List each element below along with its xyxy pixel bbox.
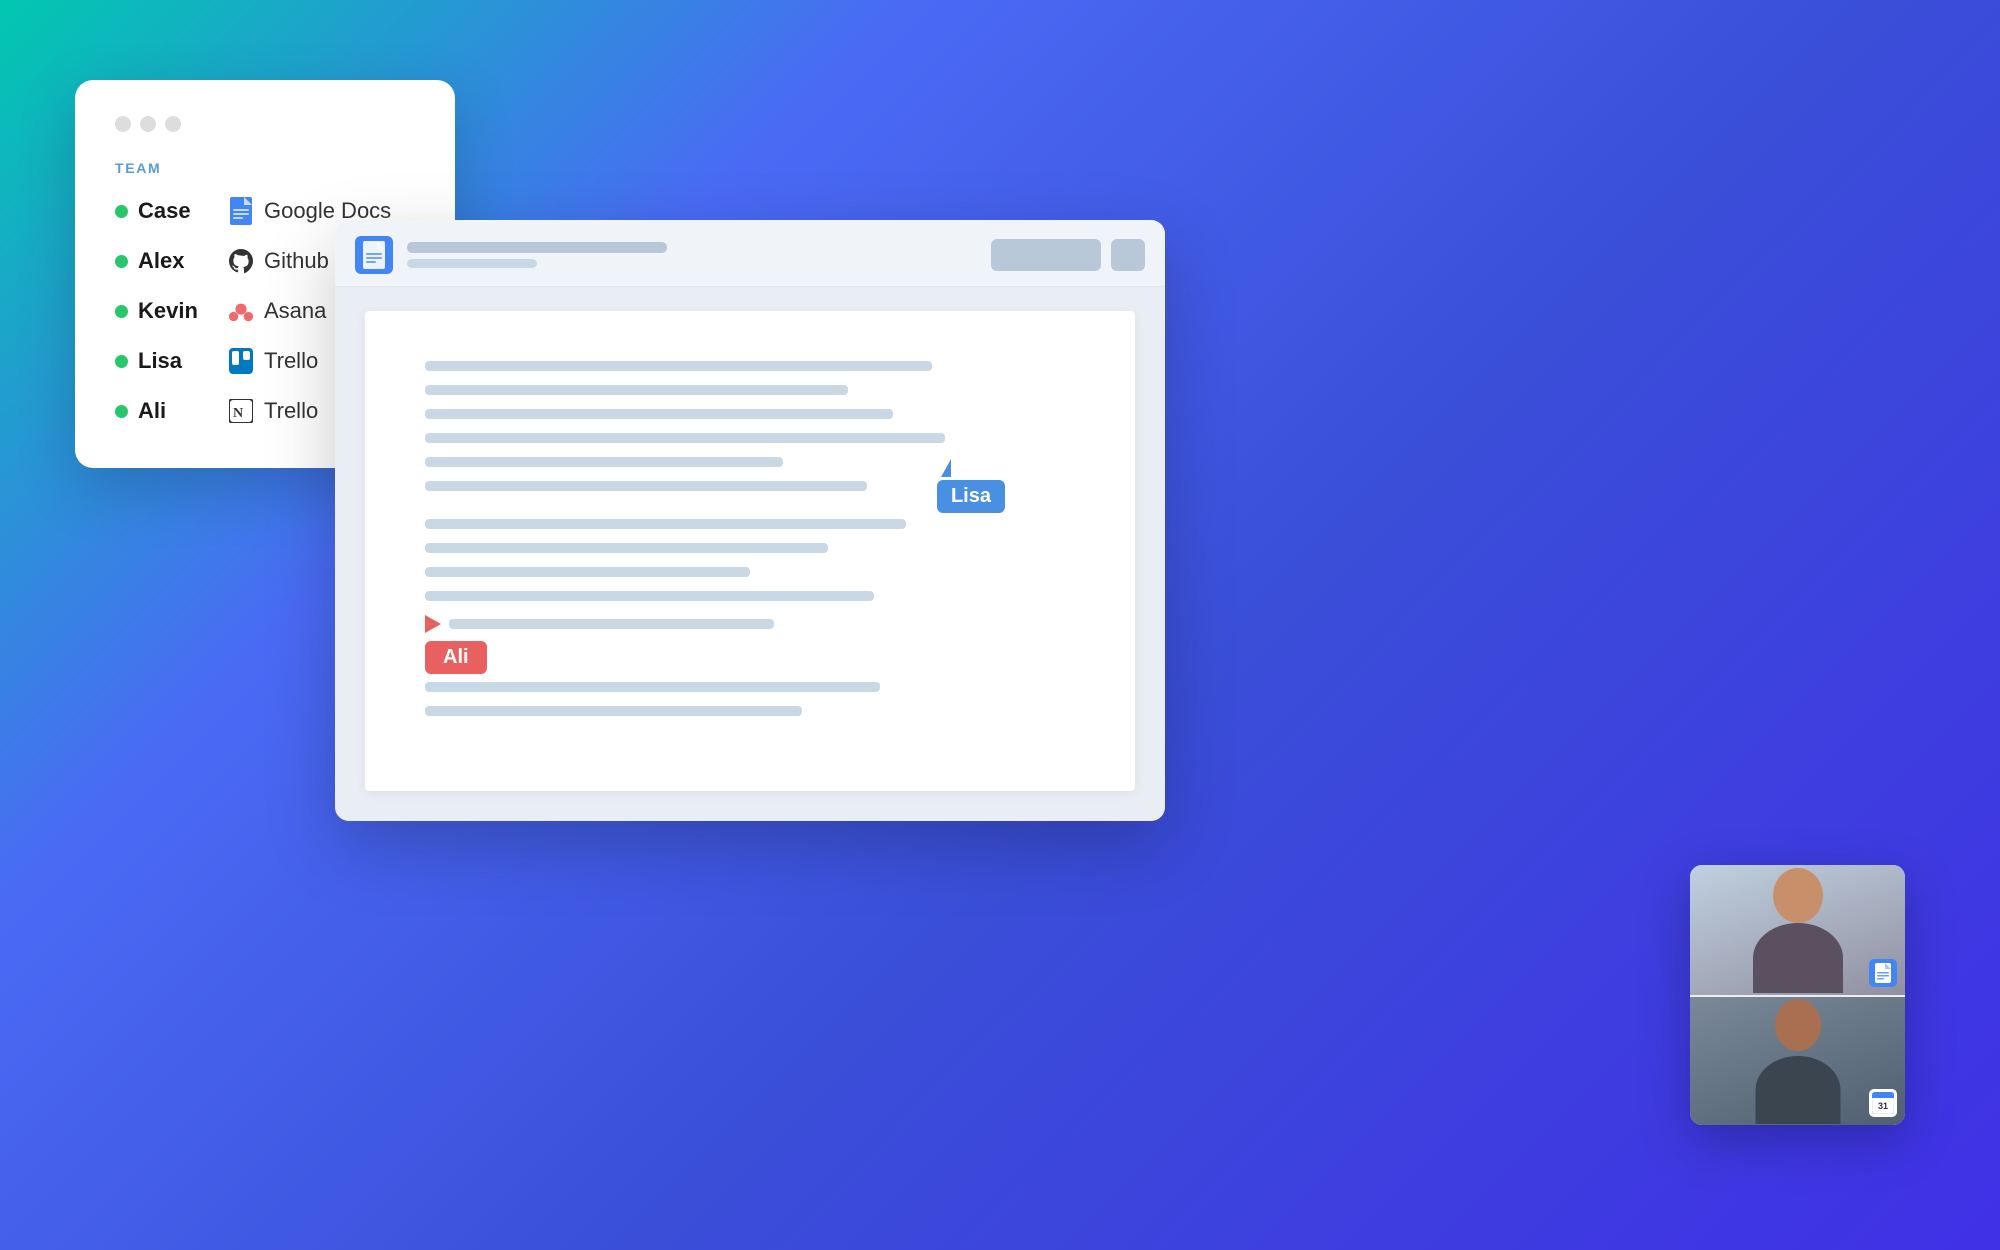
doc-line [425, 361, 932, 371]
notion-icon: N [228, 398, 254, 424]
doc-line [425, 385, 848, 395]
github-icon [228, 248, 254, 274]
cursor-triangle-lisa [941, 459, 951, 477]
member-name: Lisa [138, 348, 218, 374]
doc-titlebar [335, 220, 1165, 287]
app-label: Trello [264, 398, 318, 424]
doc-page: Lisa Ali [365, 311, 1135, 791]
app-label: Asana [264, 298, 326, 324]
doc-body: Lisa Ali [335, 287, 1165, 821]
video-panel: 31 [1690, 865, 1905, 1125]
member-name: Ali [138, 398, 218, 424]
online-dot [115, 205, 128, 218]
svg-text:N: N [233, 406, 243, 421]
tl-minimize[interactable] [140, 116, 156, 132]
doc-line [425, 409, 893, 419]
member-name: Alex [138, 248, 218, 274]
app-label: Trello [264, 348, 318, 374]
asana-icon [228, 298, 254, 324]
doc-title-bar-2 [407, 259, 537, 268]
online-dot [115, 405, 128, 418]
svg-text:31: 31 [1878, 1101, 1888, 1111]
doc-line [425, 433, 945, 443]
member-name: Kevin [138, 298, 218, 324]
doc-line [449, 619, 774, 629]
app-label: Github [264, 248, 329, 274]
doc-line [425, 543, 828, 553]
video-tile-1 [1690, 865, 1905, 995]
person-head-1 [1773, 868, 1823, 923]
online-dot [115, 255, 128, 268]
doc-menu-button[interactable] [1111, 239, 1145, 271]
cursor-ali-area: Ali [425, 615, 1075, 674]
doc-app-icon [355, 236, 393, 274]
video-badge-gdocs [1869, 959, 1897, 987]
cursor-triangle-ali [425, 615, 441, 633]
trello-icon [228, 348, 254, 374]
video-tile-2: 31 [1690, 995, 1905, 1125]
doc-title-area [407, 242, 977, 268]
gdocs-icon [228, 198, 254, 224]
doc-window: Lisa Ali [335, 220, 1165, 821]
person-silhouette-1 [1753, 868, 1843, 993]
doc-line [425, 457, 783, 467]
online-dot [115, 355, 128, 368]
person-body-1 [1753, 923, 1843, 993]
cursor-lisa: Lisa [937, 459, 1005, 513]
team-label: TEAM [115, 160, 415, 176]
doc-line [425, 682, 880, 692]
doc-titlebar-right [991, 239, 1145, 271]
traffic-lights [115, 116, 415, 132]
doc-line [425, 591, 874, 601]
online-dot [115, 305, 128, 318]
doc-title-bar-1 [407, 242, 667, 253]
video-badge-gcal: 31 [1869, 1089, 1897, 1117]
doc-share-button[interactable] [991, 239, 1101, 271]
tl-close[interactable] [115, 116, 131, 132]
ali-cursor-row [425, 615, 1075, 633]
doc-line [425, 706, 802, 716]
tl-maximize[interactable] [165, 116, 181, 132]
member-name: Case [138, 198, 218, 224]
person-silhouette-2 [1753, 999, 1843, 1124]
doc-line [425, 519, 906, 529]
person-head-2 [1775, 999, 1821, 1051]
doc-line [425, 481, 867, 491]
doc-line [425, 567, 750, 577]
cursor-label-ali: Ali [425, 641, 487, 674]
cursor-label-lisa: Lisa [937, 480, 1005, 513]
person-body-2 [1755, 1056, 1840, 1124]
